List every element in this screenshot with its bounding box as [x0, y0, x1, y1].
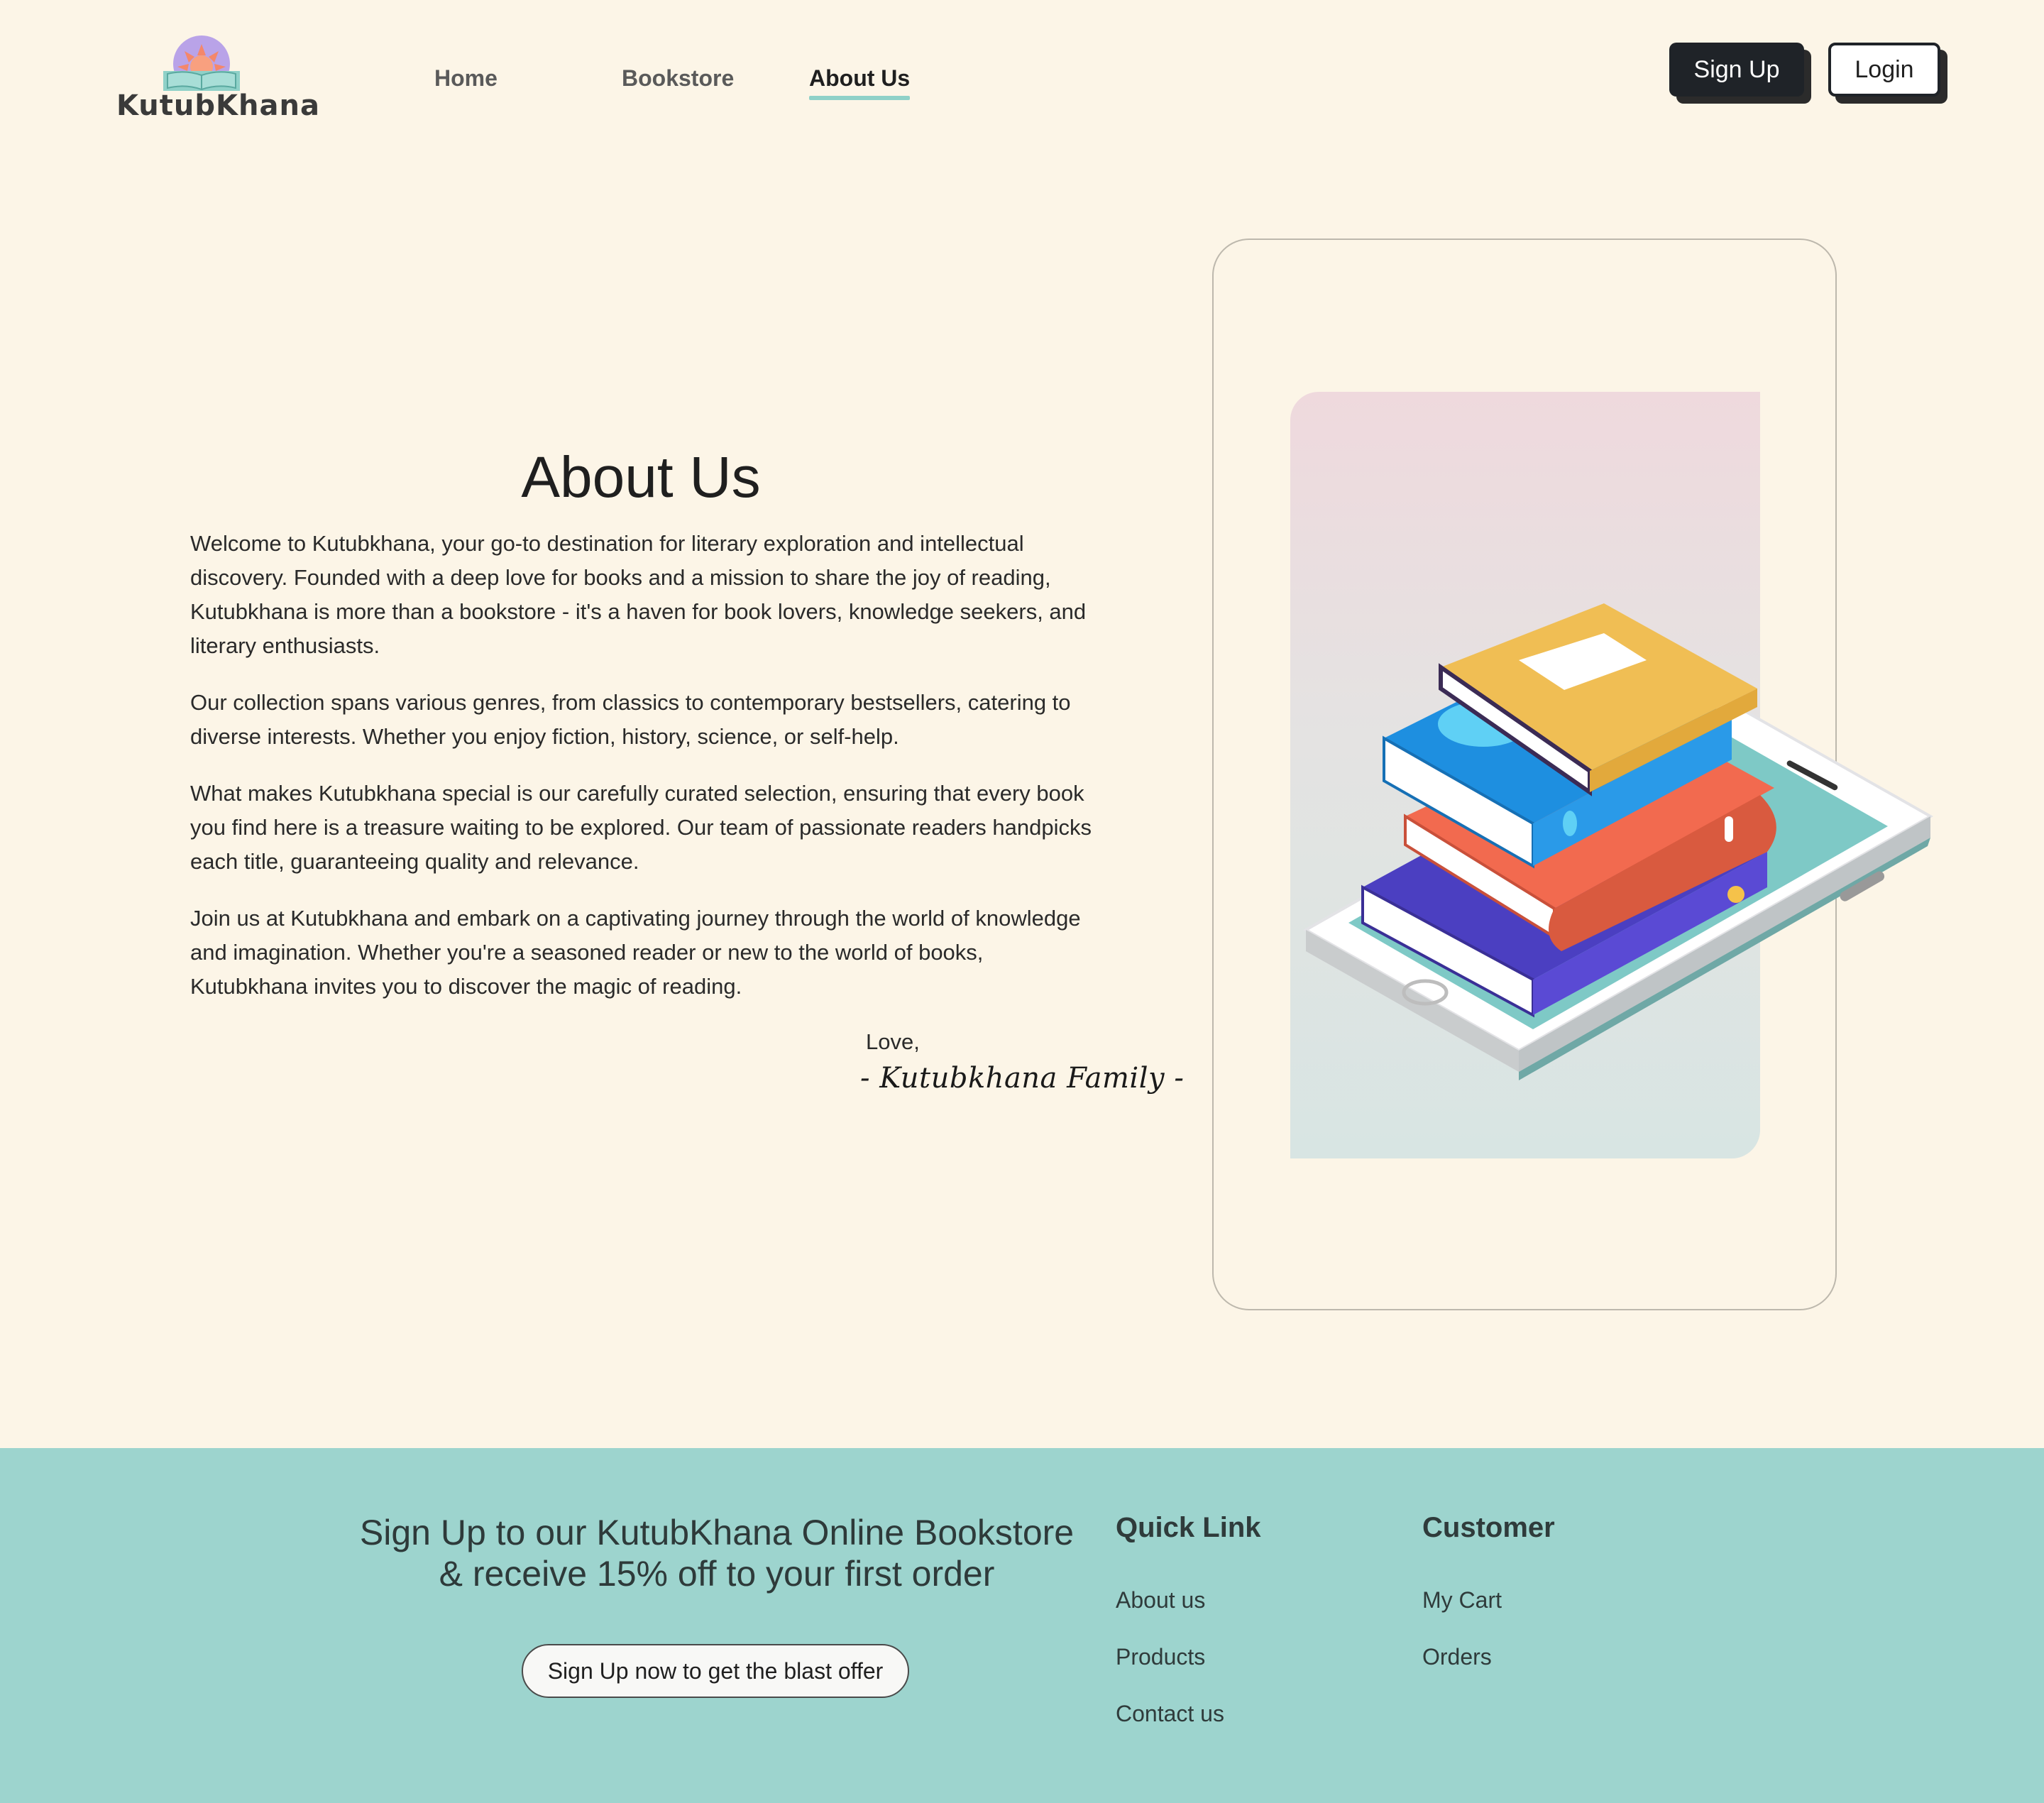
login-button-wrap: Login — [1828, 43, 1947, 104]
footer-link-orders[interactable]: Orders — [1422, 1644, 1492, 1670]
books-on-phone-illustration — [1302, 603, 1934, 1080]
signup-button-wrap: Sign Up — [1669, 43, 1811, 104]
logo-text: KutubKhana — [116, 89, 320, 122]
page-title: About Us — [521, 445, 761, 510]
footer-link-contact-us[interactable]: Contact us — [1116, 1701, 1224, 1727]
promo-line-2: & receive 15% off to your first order — [439, 1554, 995, 1594]
signature: - Kutubkhana Family - — [860, 1062, 1185, 1095]
customer-heading: Customer — [1422, 1512, 1555, 1543]
promo-line-1: Sign Up to our KutubKhana Online Booksto… — [359, 1513, 1075, 1552]
signup-button[interactable]: Sign Up — [1669, 43, 1804, 97]
login-button[interactable]: Login — [1828, 43, 1940, 97]
about-paragraph: What makes Kutubkhana special is our car… — [190, 781, 1092, 874]
about-paragraph: Welcome to Kutubkhana, your go-to destin… — [190, 531, 1087, 658]
site-footer: Sign Up to our KutubKhana Online Booksto… — [0, 1448, 2044, 1803]
footer-link-about-us[interactable]: About us — [1116, 1587, 1205, 1613]
about-paragraph: Join us at Kutubkhana and embark on a ca… — [190, 906, 1081, 999]
nav-home[interactable]: Home — [434, 65, 498, 92]
about-body: Welcome to Kutubkhana, your go-to destin… — [190, 527, 1106, 1026]
quick-link-heading: Quick Link — [1116, 1512, 1261, 1543]
site-header: KutubKhana Home Bookstore About Us Sign … — [0, 0, 2044, 142]
nav-bookstore[interactable]: Bookstore — [622, 65, 734, 92]
footer-link-my-cart[interactable]: My Cart — [1422, 1587, 1502, 1613]
footer-link-products[interactable]: Products — [1116, 1644, 1205, 1670]
logo[interactable]: KutubKhana — [116, 34, 320, 126]
promo-text: Sign Up to our KutubKhana Online Booksto… — [341, 1512, 1093, 1594]
logo-mark-icon — [163, 35, 240, 91]
about-paragraph: Our collection spans various genres, fro… — [190, 690, 1071, 749]
closing-text: Love, — [866, 1029, 920, 1054]
promo-signup-button[interactable]: Sign Up now to get the blast offer — [522, 1644, 909, 1698]
nav-about-us[interactable]: About Us — [809, 65, 911, 100]
